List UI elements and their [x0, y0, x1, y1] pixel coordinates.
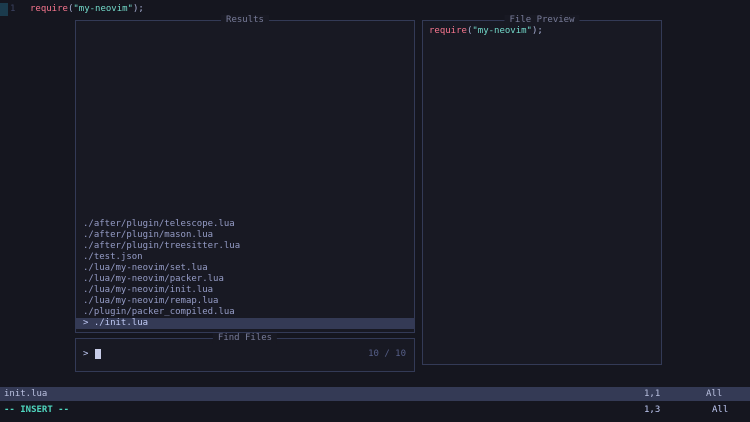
prompt-symbol-icon: >	[83, 349, 94, 359]
sign-column	[0, 3, 8, 16]
result-item[interactable]: ./lua/my-neovim/remap.lua	[76, 296, 414, 307]
text-cursor	[94, 349, 101, 359]
statusline-filename: init.lua	[4, 389, 48, 399]
results-window-title: Results	[221, 15, 269, 26]
result-item[interactable]: ./lua/my-neovim/packer.lua	[76, 274, 414, 285]
close-paren-semicolon: );	[531, 26, 543, 36]
result-item[interactable]: ./plugin/packer_compiled.lua	[76, 307, 414, 318]
buffer-code-line: require("my-neovim");	[30, 3, 144, 16]
lua-keyword-require: require	[429, 26, 467, 36]
result-item[interactable]: ./lua/my-neovim/set.lua	[76, 263, 414, 274]
result-item[interactable]: ./test.json	[76, 252, 414, 263]
lua-string: "my-neovim"	[472, 26, 532, 36]
result-counter: 10 / 10	[368, 349, 406, 359]
telescope-results-window: Results ./after/plugin/telescope.lua ./a…	[75, 15, 415, 333]
mode-indicator: -- INSERT --	[4, 405, 70, 415]
statusline: init.lua 1,1 All	[0, 387, 750, 401]
ruler-cursor-position: 1,3	[644, 405, 661, 415]
statusline-scroll-indicator: All	[706, 389, 723, 399]
result-item[interactable]: ./after/plugin/mason.lua	[76, 230, 414, 241]
lua-keyword-require: require	[30, 4, 68, 14]
results-list: ./after/plugin/telescope.lua ./after/plu…	[76, 219, 414, 329]
telescope-preview-window: File Preview require("my-neovim");	[422, 15, 662, 365]
statusline-cursor-position: 1,1	[644, 389, 661, 399]
lua-string: "my-neovim"	[73, 4, 133, 14]
result-item-selected[interactable]: > ./init.lua	[76, 318, 414, 329]
line-number: 1	[10, 4, 16, 14]
prompt-window-title: Find Files	[212, 333, 278, 344]
command-line: -- INSERT -- 1,3 All	[0, 401, 750, 422]
preview-code-line: require("my-neovim");	[429, 25, 543, 37]
telescope-prompt-window[interactable]: Find Files > 10 / 10	[75, 333, 415, 372]
result-item[interactable]: ./lua/my-neovim/init.lua	[76, 285, 414, 296]
ruler-scroll-indicator: All	[712, 405, 729, 415]
result-item[interactable]: ./after/plugin/treesitter.lua	[76, 241, 414, 252]
close-paren-semicolon: );	[132, 4, 144, 14]
prompt-input[interactable]: >	[83, 349, 101, 360]
result-item[interactable]: ./after/plugin/telescope.lua	[76, 219, 414, 230]
selected-item-label: ./init.lua	[93, 318, 149, 328]
selection-caret-icon: >	[83, 318, 94, 328]
